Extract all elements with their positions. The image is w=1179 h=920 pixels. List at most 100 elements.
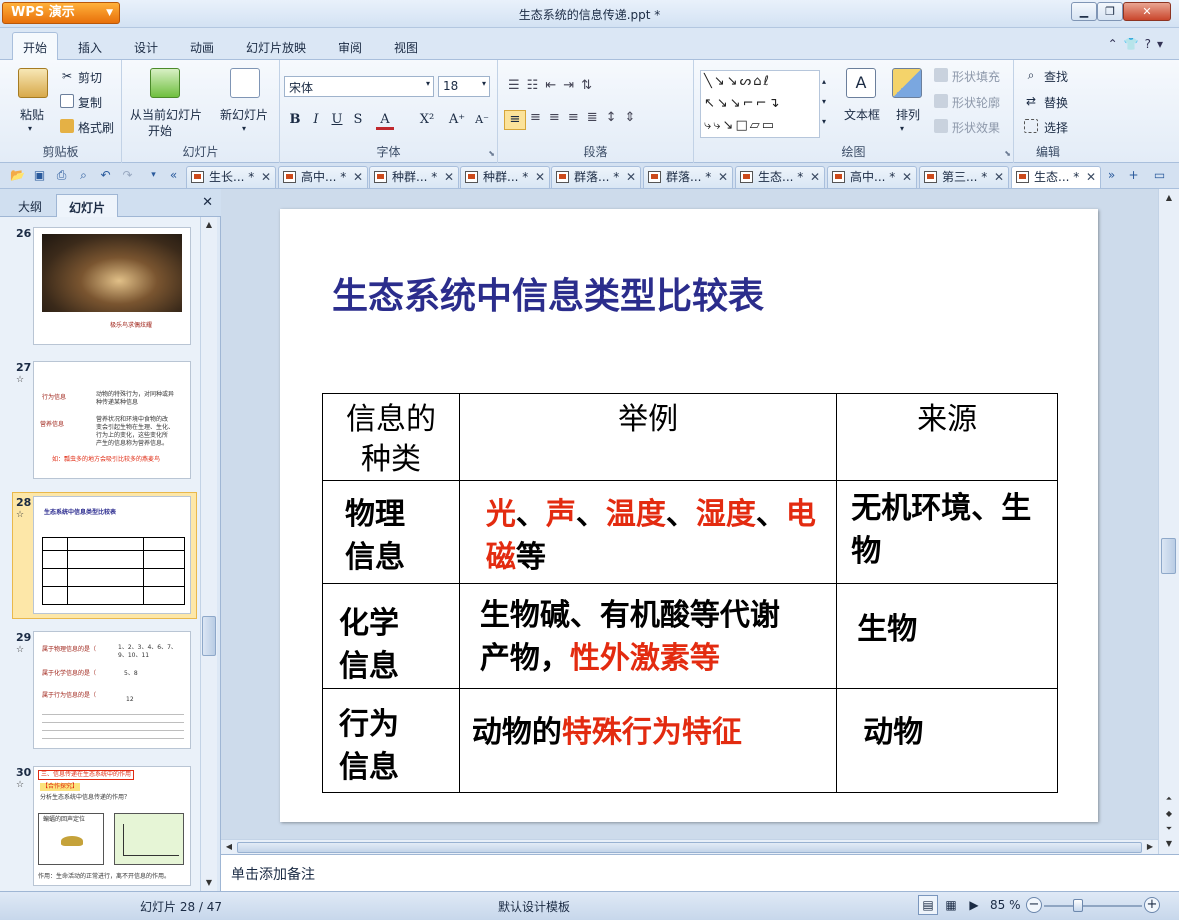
collapse-ribbon-icon[interactable]: ⌃ <box>1108 37 1124 51</box>
new-tab-icon[interactable]: + <box>1126 168 1141 183</box>
type-cell-chemical[interactable]: 化学 信息 <box>322 583 460 689</box>
close-tab-icon[interactable]: ✕ <box>810 167 820 187</box>
skin-icon[interactable]: 👕 <box>1124 37 1145 51</box>
numbered-list-icon[interactable]: ☷ <box>527 78 546 93</box>
bullet-list-icon[interactable]: ☰ <box>508 78 527 93</box>
text-box-icon[interactable]: A <box>846 68 876 98</box>
new-slide-icon[interactable] <box>230 68 260 98</box>
slide-list-scrollbar[interactable]: ▲ ▼ <box>200 217 217 891</box>
shadow-button[interactable]: S <box>349 110 367 130</box>
slide-title[interactable]: 生态系统中信息类型比较表 <box>332 267 764 319</box>
text-direction-icon[interactable]: ⇅ <box>581 78 599 93</box>
from-current-slide-button[interactable]: 从当前幻灯片 <box>130 106 202 123</box>
restore-button[interactable]: ❐ <box>1097 2 1123 21</box>
from-current-slide-button-line2[interactable]: 开始 <box>148 122 172 139</box>
shrink-font-icon[interactable]: A⁻ <box>473 110 491 130</box>
decrease-indent-icon[interactable]: ⇤ <box>545 78 563 93</box>
document-tab[interactable]: 生长... * ✕ <box>186 166 276 188</box>
shapes-gallery[interactable]: ╲↘↘ᔕ⌂ℓ ↖↘↘⌐⌐↴ ⤷⤷↘□▱▭ <box>700 70 820 138</box>
tab-slideshow[interactable]: 幻灯片放映 <box>246 39 306 56</box>
tab-animation[interactable]: 动画 <box>190 39 214 56</box>
font-size-select[interactable]: 18 ▾ <box>438 76 490 97</box>
document-tab[interactable]: 第三... * ✕ <box>919 166 1009 188</box>
close-tab-icon[interactable]: ✕ <box>353 167 363 187</box>
scroll-down-icon[interactable]: ▼ <box>1161 837 1177 851</box>
example-cell-behavior[interactable]: 动物的特殊行为特征 <box>458 688 838 793</box>
tab-design[interactable]: 设计 <box>134 39 158 56</box>
example-cell-chemical[interactable]: 生物碱、有机酸等代谢产物，性外激素等 <box>458 583 838 689</box>
paste-icon[interactable] <box>18 68 48 98</box>
superscript-icon[interactable]: X² <box>418 110 436 130</box>
increase-indent-icon[interactable]: ⇥ <box>563 78 581 93</box>
type-cell-physical[interactable]: 物理 信息 <box>322 480 460 584</box>
notes-pane[interactable]: 单击添加备注 <box>221 854 1179 891</box>
paragraph-spacing-icon[interactable]: ⇕ <box>625 110 644 125</box>
tab-list-icon[interactable]: ▭ <box>1152 168 1167 183</box>
underline-button[interactable]: U <box>328 110 346 130</box>
tab-insert[interactable]: 插入 <box>78 39 102 56</box>
shape-outline-button[interactable]: 形状轮廓 <box>952 94 1000 111</box>
align-right-icon[interactable]: ≡ <box>549 110 568 125</box>
document-tab[interactable]: 高中... * ✕ <box>278 166 368 188</box>
help-icon[interactable]: ? <box>1145 37 1157 51</box>
editor-vertical-scrollbar[interactable]: ▲ ⏶ ◆ ⏷ ▼ <box>1158 189 1179 854</box>
bold-button[interactable]: B <box>286 110 304 130</box>
slide-sorter-icon[interactable]: ▦ <box>941 895 961 915</box>
close-tab-icon[interactable]: ✕ <box>444 167 454 187</box>
tab-home[interactable]: 开始 <box>12 32 59 60</box>
close-tab-icon[interactable]: ✕ <box>1086 167 1096 187</box>
font-color-button[interactable]: A <box>376 110 394 130</box>
save-icon[interactable]: ▣ <box>32 168 47 183</box>
normal-view-icon[interactable]: ▤ <box>918 895 938 915</box>
customize-toolbar-icon[interactable]: ▾ <box>146 168 161 183</box>
type-cell-behavior[interactable]: 行为 信息 <box>322 688 460 793</box>
close-panel-icon[interactable]: ✕ <box>202 195 213 210</box>
cut-button[interactable]: 剪切 <box>78 69 102 86</box>
tabs-scroll-right-icon[interactable]: » <box>1104 168 1119 183</box>
shape-fill-button[interactable]: 形状填充 <box>952 68 1000 85</box>
replace-button[interactable]: 替换 <box>1044 94 1068 111</box>
scroll-up-icon[interactable]: ▲ <box>201 217 217 233</box>
open-folder-icon[interactable]: 📂 <box>10 168 25 183</box>
chevron-down-icon[interactable]: ▾ <box>900 124 904 133</box>
new-slide-button[interactable]: 新幻灯片 <box>220 106 268 123</box>
scrollbar-thumb[interactable] <box>202 616 216 656</box>
print-icon[interactable]: ⎙ <box>54 168 69 183</box>
italic-button[interactable]: I <box>307 110 325 130</box>
editor-horizontal-scrollbar[interactable]: ◀ ▶ <box>221 839 1158 854</box>
scroll-up-icon[interactable]: ▲ <box>1161 191 1177 205</box>
zoom-slider-track[interactable] <box>1044 905 1142 907</box>
tab-view[interactable]: 视图 <box>394 39 418 56</box>
header-example[interactable]: 举例 <box>458 393 838 481</box>
slide-canvas[interactable]: 生态系统中信息类型比较表 信息的种类 举例 来源 物理 信息 光、声、温度、湿度… <box>280 209 1098 822</box>
select-button[interactable]: 选择 <box>1044 119 1068 136</box>
scroll-right-icon[interactable]: ▶ <box>1143 840 1157 854</box>
slideshow-view-icon[interactable]: ▶ <box>964 895 984 915</box>
tabs-scroll-left-icon[interactable]: « <box>166 168 181 183</box>
source-cell-behavior[interactable]: 动物 <box>836 688 1058 793</box>
scrollbar-thumb[interactable] <box>237 842 1142 853</box>
info-type-table[interactable]: 信息的种类 举例 来源 物理 信息 光、声、温度、湿度、电磁等 无机环境、生物 … <box>322 393 1058 793</box>
close-tab-icon[interactable]: ✕ <box>902 167 912 187</box>
grow-font-icon[interactable]: A⁺ <box>448 110 466 130</box>
close-tab-icon[interactable]: ✕ <box>261 167 271 187</box>
close-tab-icon[interactable]: ✕ <box>718 167 728 187</box>
scroll-left-icon[interactable]: ◀ <box>222 840 236 854</box>
select-object-icon[interactable]: ◆ <box>1161 807 1177 821</box>
text-box-button[interactable]: 文本框 <box>844 106 880 123</box>
arrange-icon[interactable] <box>892 68 922 98</box>
tab-outline[interactable]: 大纲 <box>6 194 54 217</box>
design-template[interactable]: 默认设计模板 <box>498 898 570 915</box>
close-tab-icon[interactable]: ✕ <box>626 167 636 187</box>
chevron-down-icon[interactable]: ▾ <box>242 124 246 133</box>
close-tab-icon[interactable]: ✕ <box>994 167 1004 187</box>
source-cell-physical[interactable]: 无机环境、生物 <box>836 480 1058 584</box>
paste-button[interactable]: 粘贴 <box>20 106 44 123</box>
document-tab[interactable]: 生态... * ✕ <box>735 166 825 188</box>
close-window-button[interactable]: ✕ <box>1123 2 1171 21</box>
tab-review[interactable]: 审阅 <box>338 39 362 56</box>
document-tab[interactable]: 种群... * ✕ <box>460 166 550 188</box>
zoom-in-icon[interactable]: + <box>1144 897 1160 913</box>
document-tab[interactable]: 群落... * ✕ <box>551 166 641 188</box>
document-tab[interactable]: 种群... * ✕ <box>369 166 459 188</box>
